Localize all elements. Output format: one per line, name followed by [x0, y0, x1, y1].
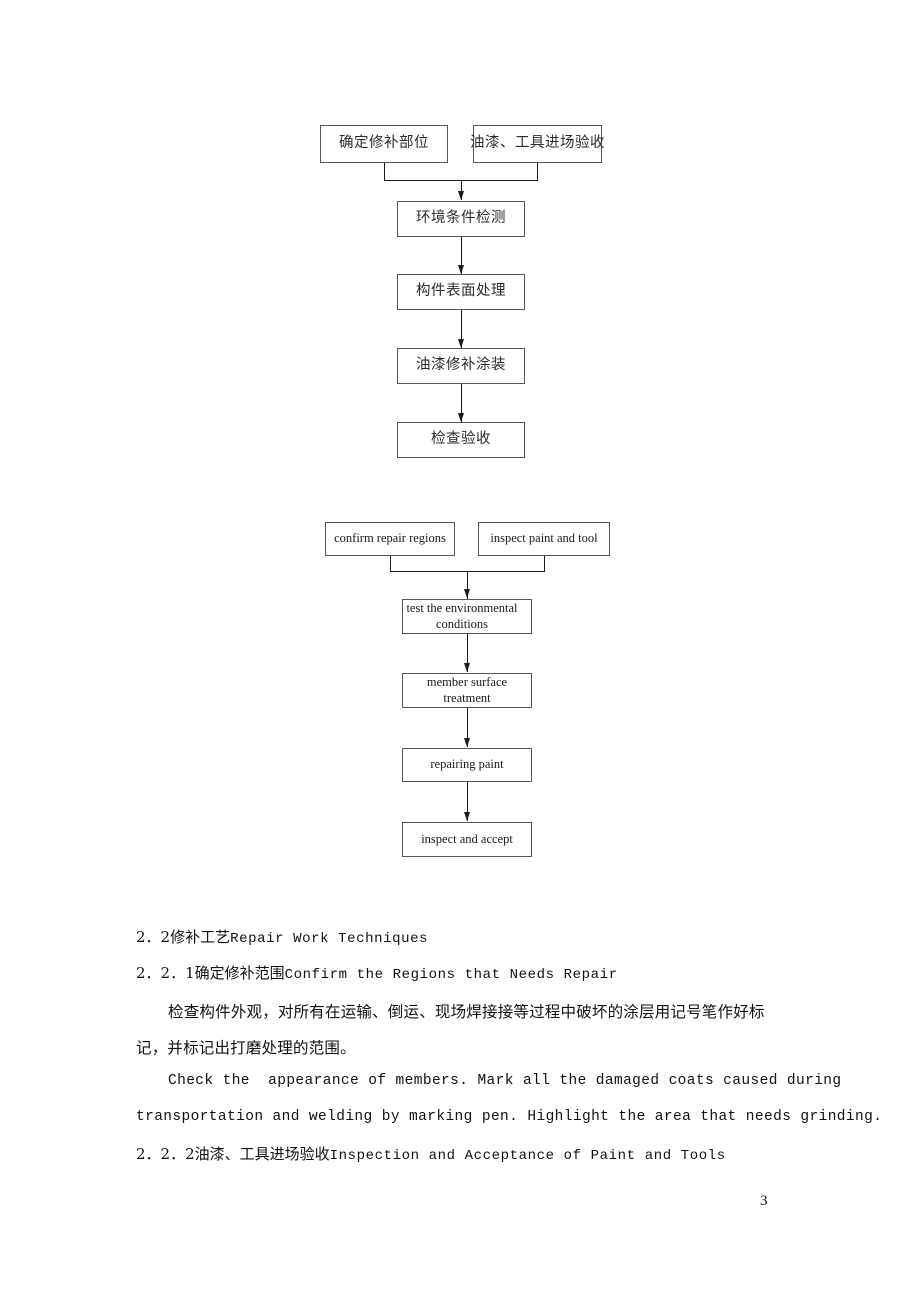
paragraph-cn-line-2-text: 记，并标记出打磨处理的范围。	[136, 1039, 356, 1057]
flow-node-label: inspect and accept	[421, 831, 513, 846]
flow-node-repairing-paint-en: repairing paint	[402, 748, 532, 782]
connector-stub-left-en	[390, 556, 391, 571]
section-heading-2-2-2-cn: 2．2．2油漆、工具进场验收	[136, 1145, 330, 1163]
flow-node-confirm-repair-regions-en: confirm repair regions	[325, 522, 455, 556]
paragraph-cn-line-1: 检查构件外观，对所有在运输、倒运、现场焊接接等过程中破坏的涂层用记号笔作好标	[136, 1000, 816, 1022]
flow-node-label: test the environmental conditions	[406, 600, 518, 631]
arrowhead-to-paint-en	[463, 738, 470, 747]
paragraph-en-line-2: transportation and welding by marking pe…	[136, 1109, 882, 1125]
flow-node-label: member surface treatment	[426, 674, 508, 705]
section-heading-2-2-1-cn: 2．2．1确定修补范围	[136, 964, 285, 982]
arrowhead-to-environment-en	[463, 589, 470, 598]
paragraph-cn-line-1-text: 检查构件外观，对所有在运输、倒运、现场焊接接等过程中破坏的涂层用记号笔作好标	[168, 1003, 765, 1021]
paragraph-en-line-2-text: transportation and welding by marking pe…	[136, 1109, 883, 1125]
paragraph-en-line-1: Check the appearance of members. Mark al…	[136, 1073, 841, 1089]
section-heading-2-2-2: 2．2．2油漆、工具进场验收Inspection and Acceptance …	[136, 1143, 816, 1164]
paragraph-cn-line-2: 记，并标记出打磨处理的范围。	[136, 1036, 816, 1058]
flow-node-label: repairing paint	[430, 757, 504, 772]
flow-node-inspect-and-accept-en: inspect and accept	[402, 822, 532, 857]
connector-stub-right-en	[544, 556, 545, 571]
section-heading-2-2-en: Repair Work Techniques	[230, 931, 429, 947]
section-heading-2-2: 2．2修补工艺Repair Work Techniques	[136, 926, 816, 947]
flow-node-inspect-paint-and-tool-en: inspect paint and tool	[478, 522, 610, 556]
flow-node-label: inspect paint and tool	[490, 531, 598, 546]
page-number: 3	[760, 1193, 768, 1209]
section-heading-2-2-1-en: Confirm the Regions that Needs Repair	[284, 967, 618, 983]
paragraph-en-line-1-text: Check the appearance of members. Mark al…	[168, 1073, 842, 1089]
document-page: 确定修补部位 油漆、工具进场验收 环境条件检测 构件表面处理 油漆修补涂装 检查…	[0, 0, 920, 1302]
flow-node-test-environmental-conditions-en: test the environmental conditions	[402, 599, 532, 634]
flow-node-member-surface-treatment-en: member surface treatment	[402, 673, 532, 708]
english-flowchart: confirm repair regions inspect paint and…	[0, 0, 920, 880]
section-heading-2-2-cn: 2．2修补工艺	[136, 928, 231, 946]
section-heading-2-2-2-en: Inspection and Acceptance of Paint and T…	[329, 1148, 726, 1164]
arrowhead-to-accept-en	[463, 812, 470, 821]
arrowhead-to-surface-en	[463, 663, 470, 672]
flow-node-label: confirm repair regions	[334, 531, 446, 546]
section-heading-2-2-1: 2．2．1确定修补范围Confirm the Regions that Need…	[136, 962, 816, 983]
